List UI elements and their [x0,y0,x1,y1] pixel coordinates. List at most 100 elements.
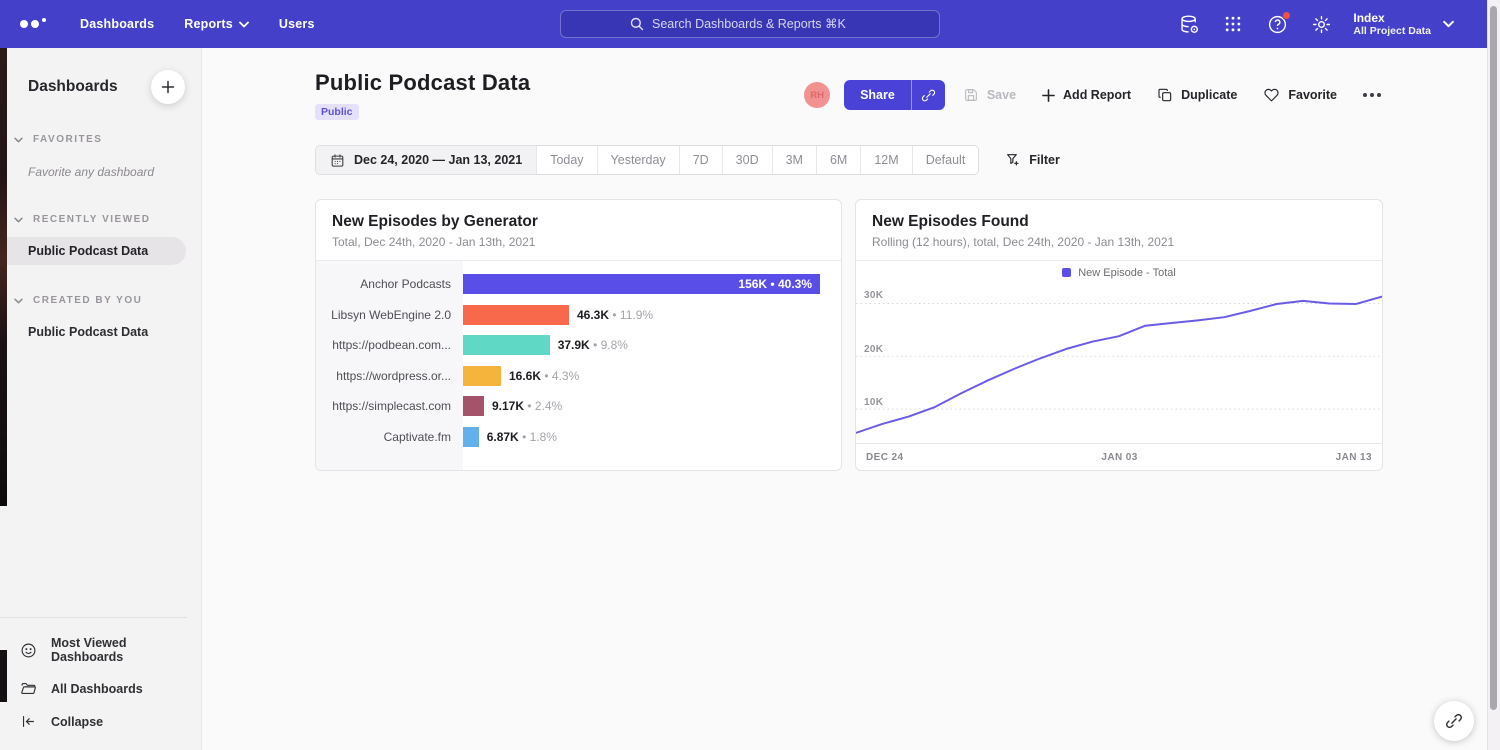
y-axis-label: 30K [864,290,883,301]
share-link-button[interactable] [911,80,945,110]
filter-button[interactable]: Filter [1005,152,1060,168]
preset-default[interactable]: Default [912,146,979,174]
search-input[interactable] [652,17,870,31]
heart-icon [1263,87,1280,103]
preset-3m[interactable]: 3M [772,146,816,174]
nav-item-label: Reports [184,17,233,31]
top-nav: Dashboards Reports Users Index All Proje… [0,0,1500,48]
bar-value-label: 37.9K • 9.8% [558,338,628,352]
line-chart-svg [856,285,1382,443]
section-label: FAVORITES [33,134,102,145]
bar-value-label: 16.6K • 4.3% [509,369,579,383]
preset-6m[interactable]: 6M [816,146,860,174]
line-chart-plot[interactable]: 10K20K30K [856,285,1382,443]
scrollbar-thumb[interactable] [1490,6,1497,710]
sidebar-item-public-podcast-data[interactable]: Public Podcast Data [0,318,201,346]
sidebar-footer: Most Viewed Dashboards All Dashboards Co… [0,617,187,738]
filter-funnel-icon [1005,152,1021,168]
plus-icon [1042,89,1055,102]
bar-category-label: Captivate.fm [316,430,463,444]
sidebar-item-public-podcast-data[interactable]: Public Podcast Data [0,237,186,265]
sidebar: Dashboards FAVORITES Favorite any dashbo… [0,48,202,750]
bar-value-label: 6.87K • 1.8% [487,430,557,444]
help-icon[interactable] [1265,12,1289,36]
bar-value-label: 9.17K • 2.4% [492,399,562,413]
x-axis-label: DEC 24 [866,452,903,463]
bar-row: https://wordpress.or... 16.6K • 4.3% [316,361,841,392]
global-search[interactable] [560,10,940,38]
bar-row: Anchor Podcasts 156K • 40.3% [316,269,841,300]
x-axis-label: JAN 03 [1101,452,1137,463]
bar-category-label: Anchor Podcasts [316,277,463,291]
desktop-background-strip [0,48,7,506]
bar-row: Libsyn WebEngine 2.0 46.3K • 11.9% [316,300,841,331]
sidebar-title: Dashboards [28,78,118,96]
project-switcher[interactable]: Index All Project Data [1353,11,1454,38]
chevron-down-icon [14,137,23,143]
preset-30d[interactable]: 30D [722,146,772,174]
folder-icon [20,680,37,697]
data-sources-icon[interactable] [1177,12,1201,36]
date-range-picker[interactable]: Dec 24, 2020 — Jan 13, 2021 [316,146,536,174]
x-axis: DEC 24 JAN 03 JAN 13 [856,443,1382,470]
dashboard-toolbar: RH Share Save Add Report Dupl [804,80,1383,110]
public-badge: Public [315,104,359,120]
collapse-sidebar-button[interactable]: Collapse [0,705,187,738]
preset-12m[interactable]: 12M [860,146,911,174]
section-label: CREATED BY YOU [33,295,142,306]
plus-icon [161,80,175,94]
bar-chart: Anchor Podcasts 156K • 40.3% Libsyn WebE… [316,261,841,470]
bar[interactable]: 156K • 40.3% [463,274,820,294]
bar-row: https://podbean.com... 37.9K • 9.8% [316,330,841,361]
link-icon [921,88,936,103]
collapse-arrow-icon [20,713,37,730]
settings-gear-icon[interactable] [1309,12,1333,36]
nav-item-reports[interactable]: Reports [184,17,249,31]
sidebar-section-favorites[interactable]: FAVORITES [0,134,201,145]
sidebar-section-created-by-you[interactable]: CREATED BY YOU [0,295,201,306]
bar[interactable] [463,335,550,355]
save-button[interactable]: Save [963,87,1016,103]
avatar[interactable]: RH [804,82,830,108]
bar[interactable] [463,396,484,416]
bar[interactable] [463,366,501,386]
page-title: Public Podcast Data [315,70,530,96]
share-button[interactable]: Share [844,80,911,110]
chart-subtitle: Rolling (12 hours), total, Dec 24th, 202… [872,235,1366,249]
nav-item-dashboards[interactable]: Dashboards [80,17,154,31]
chevron-down-icon [1443,20,1454,28]
add-dashboard-button[interactable] [151,70,185,104]
chart-legend: New Episode - Total [856,261,1382,285]
more-actions-button[interactable] [1361,89,1383,101]
smiley-icon [20,642,37,659]
preset-7d[interactable]: 7D [679,146,722,174]
bar-category-label: https://wordpress.or... [316,369,463,383]
chartio-logo-icon[interactable] [20,20,46,28]
apps-grid-icon[interactable] [1221,12,1245,36]
footer-item-label: All Dashboards [51,682,143,696]
nav-item-label: Dashboards [80,17,154,31]
floating-link-button[interactable] [1434,701,1474,741]
all-dashboards-button[interactable]: All Dashboards [0,672,187,705]
add-report-button[interactable]: Add Report [1042,88,1131,102]
save-floppy-icon [963,87,979,103]
favorite-button[interactable]: Favorite [1263,87,1337,103]
bar-category-label: Libsyn WebEngine 2.0 [316,308,463,322]
x-axis-label: JAN 13 [1336,452,1372,463]
duplicate-button[interactable]: Duplicate [1157,87,1237,103]
section-label: RECENTLY VIEWED [33,214,151,225]
nav-item-label: Users [279,17,315,31]
bar-value-label: 156K • 40.3% [738,274,812,294]
desktop-background-strip [0,650,7,702]
main-content: Public Podcast Data Public RH Share Save [202,48,1500,750]
preset-yesterday[interactable]: Yesterday [597,146,679,174]
most-viewed-dashboards-button[interactable]: Most Viewed Dashboards [0,628,187,672]
bar[interactable] [463,305,569,325]
preset-today[interactable]: Today [536,146,596,174]
y-axis-label: 20K [864,344,883,355]
sidebar-section-recently-viewed[interactable]: RECENTLY VIEWED [0,214,201,225]
bar[interactable] [463,427,479,447]
nav-item-users[interactable]: Users [279,17,315,31]
calendar-icon [330,153,345,168]
chart-card-new-episodes-found: New Episodes Found Rolling (12 hours), t… [855,199,1383,471]
